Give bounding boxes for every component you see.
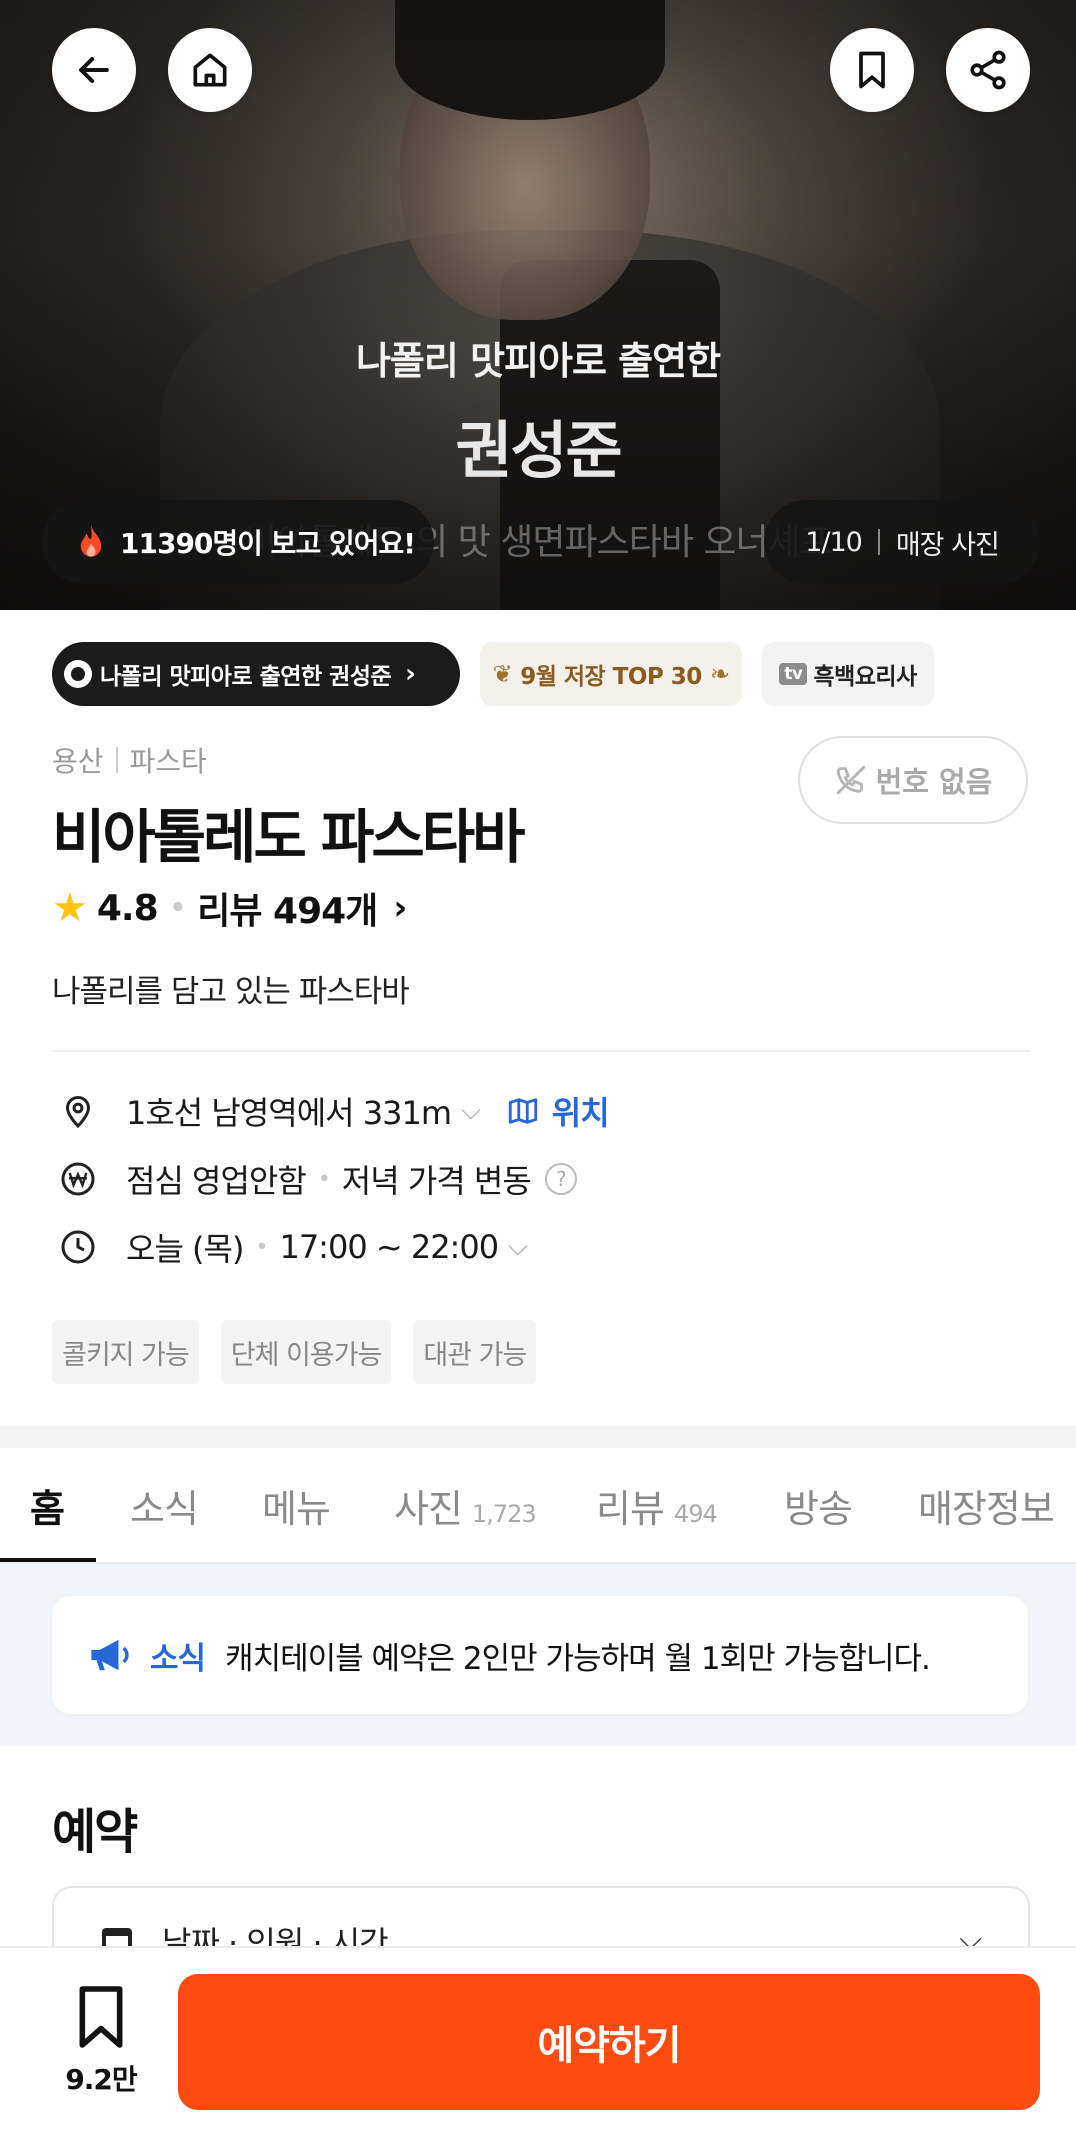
tab-label: 매장정보 [918, 1487, 1055, 1531]
photo-counter: 1/10 [805, 526, 863, 558]
info-dot: • [317, 1166, 331, 1192]
bookmark-button[interactable] [830, 28, 914, 112]
tab-label: 소식 [130, 1487, 199, 1531]
bookmark-icon [859, 51, 885, 89]
facility-tags: 콜키지 가능 단체 이용가능 대관 가능 [52, 1320, 537, 1384]
home-icon [193, 53, 227, 87]
hours-text: 17:00 ~ 22:00 [279, 1228, 499, 1266]
megaphone-icon [91, 1639, 129, 1671]
fire-icon [80, 524, 102, 557]
map-location-label: 위치 [551, 1094, 610, 1132]
help-icon[interactable]: ? [544, 1163, 577, 1195]
tab-reviews[interactable]: 리뷰 494 [596, 1478, 718, 1533]
news-text: 캐치테이블 예약은 2인만 가능하며 월 1회만 가능합니다. [225, 1640, 931, 1677]
won-icon [58, 1159, 98, 1199]
news-card[interactable]: 소식 캐치테이블 예약은 2인만 가능하며 월 1회만 가능합니다. [52, 1596, 1028, 1714]
laurel-left-icon: ❦ [492, 660, 513, 688]
save-count: 9.2만 [65, 2063, 137, 2096]
hero-caption: 나폴리 맛피아로 출연한 [355, 339, 721, 383]
map-icon [508, 1098, 537, 1124]
feature-badge[interactable]: 나폴리 맛피아로 출연한 권성준 › [52, 642, 460, 706]
tab-count: 494 [673, 1500, 718, 1528]
tab-label: 메뉴 [262, 1487, 331, 1531]
top-badge-label: 9월 저장 TOP 30 [520, 664, 702, 690]
back-button[interactable] [52, 28, 136, 112]
badge-row: 나폴리 맛피아로 출연한 권성준 › ❦ 9월 저장 TOP 30 ❧ tv 흑… [52, 642, 934, 706]
location-row: 1호선 남영역에서 331m ⌵ 위치 [58, 1088, 610, 1134]
home-button[interactable] [168, 28, 252, 112]
tab-broadcast[interactable]: 방송 [784, 1478, 853, 1533]
lunch-text: 점심 영업안함 [126, 1162, 307, 1200]
info-dot: • [255, 1234, 268, 1260]
reserve-button[interactable]: 예약하기 [178, 1974, 1040, 2110]
reservation-title: 예약 [52, 1804, 138, 1860]
dinner-text: 저녁 가격 변동 [341, 1162, 532, 1200]
chevron-down-icon: ⌵ [508, 1231, 528, 1262]
tab-count: 1,723 [471, 1500, 537, 1528]
tab-store-info[interactable]: 매장정보 [918, 1478, 1055, 1533]
rating-value: 4.8 [96, 887, 159, 929]
tab-photos[interactable]: 사진 1,723 [394, 1478, 537, 1533]
active-tab-indicator [0, 1558, 96, 1562]
location-pin-icon [58, 1091, 98, 1131]
tv-icon: tv [779, 663, 808, 685]
tab-label: 리뷰 [596, 1487, 665, 1531]
photo-counter-divider [877, 529, 880, 555]
chef-hat-icon [64, 660, 92, 688]
tab-bar: 홈 소식 메뉴 사진 1,723 리뷰 494 방송 매장정보 [0, 1448, 1076, 1564]
viewers-pill: 11390명이 보고 있어요! [42, 500, 434, 584]
hero-name: 권성준 [455, 414, 622, 487]
tv-badge[interactable]: tv 흑백요리사 [762, 642, 934, 706]
price-row: 점심 영업안함 • 저녁 가격 변동 ? [58, 1156, 577, 1202]
share-icon [970, 50, 1006, 90]
save-button[interactable]: 9.2만 [56, 1984, 146, 2114]
phone-button[interactable]: 번호 없음 [798, 736, 1028, 824]
star-icon: ★ [52, 885, 88, 931]
chevron-right-icon: › [393, 888, 407, 928]
tab-home[interactable]: 홈 [30, 1478, 65, 1533]
feature-badge-label: 나폴리 맛피아로 출연한 권성준 [100, 664, 392, 690]
phone-off-icon [836, 765, 865, 795]
restaurant-title: 비아톨레도 파스타바 [52, 803, 525, 871]
tab-menu[interactable]: 메뉴 [262, 1478, 331, 1533]
tab-news[interactable]: 소식 [130, 1478, 199, 1533]
bookmark-icon [79, 1986, 123, 2048]
distance-text: 1호선 남영역에서 331m [126, 1094, 452, 1132]
review-count: 리뷰 494개 [197, 891, 378, 932]
tab-label: 방송 [784, 1487, 853, 1531]
divider [52, 1050, 1030, 1052]
category-label: 파스타 [129, 745, 207, 778]
section-separator [0, 1426, 1076, 1448]
tag-group: 단체 이용가능 [220, 1320, 392, 1384]
tag-corkage: 콜키지 가능 [52, 1320, 199, 1384]
top-badge[interactable]: ❦ 9월 저장 TOP 30 ❧ [480, 642, 742, 706]
tv-badge-label: 흑백요리사 [813, 664, 917, 690]
restaurant-description: 나폴리를 담고 있는 파스타바 [52, 974, 410, 1010]
laurel-right-icon: ❧ [709, 660, 730, 688]
share-button[interactable] [946, 28, 1030, 112]
photo-counter-pill[interactable]: 1/10 매장 사진 [764, 500, 1040, 584]
rating-row[interactable]: ★ 4.8 • 리뷰 494개 › [52, 882, 407, 934]
chevron-right-icon: › [405, 659, 416, 689]
chevron-down-icon[interactable]: ⌵ [461, 1096, 481, 1127]
clock-icon [58, 1227, 98, 1267]
breadcrumb-divider [115, 747, 118, 773]
breadcrumb: 용산 파스타 [52, 740, 207, 780]
phone-button-label: 번호 없음 [875, 765, 993, 799]
tab-label: 사진 [394, 1487, 463, 1531]
tag-rental: 대관 가능 [413, 1320, 537, 1384]
news-label: 소식 [150, 1640, 206, 1677]
tab-label: 홈 [30, 1487, 65, 1531]
photo-label: 매장 사진 [895, 529, 1000, 561]
rating-dot: • [169, 893, 187, 923]
region-label: 용산 [52, 745, 104, 778]
arrow-left-icon [79, 56, 109, 84]
hours-row[interactable]: 오늘 (목) • 17:00 ~ 22:00 ⌵ [58, 1224, 528, 1270]
map-location-link[interactable]: 위치 [506, 1088, 610, 1134]
viewers-text: 11390명이 보고 있어요! [120, 527, 416, 560]
day-text: 오늘 (목) [126, 1230, 244, 1268]
